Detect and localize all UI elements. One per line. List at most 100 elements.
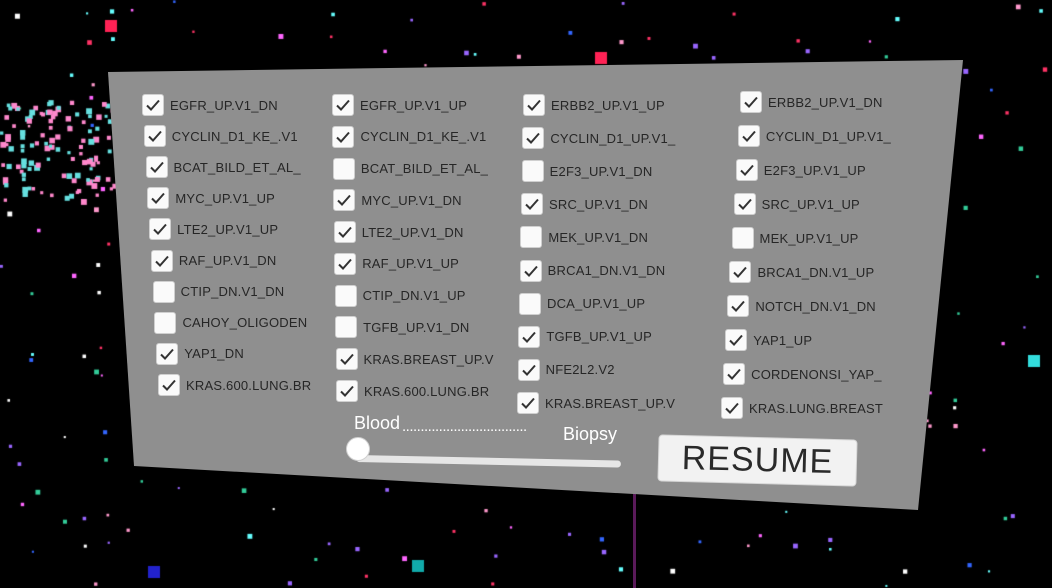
gene-set-checkbox[interactable] xyxy=(522,127,545,150)
gene-set-option[interactable]: LTE2_UP.V1_DN xyxy=(333,221,464,244)
gene-set-checkbox[interactable] xyxy=(740,91,762,113)
gene-set-option[interactable]: NOTCH_DN.V1_DN xyxy=(727,295,876,317)
gene-set-option[interactable]: RAF_UP.V1_UP xyxy=(334,252,459,275)
gene-set-option[interactable]: KRAS.BREAST_UP.V xyxy=(335,348,494,371)
gene-set-checkbox[interactable] xyxy=(721,397,743,419)
gene-set-option[interactable]: BCAT_BILD_ET_AL_ xyxy=(145,156,301,179)
gene-set-checkbox[interactable] xyxy=(142,94,164,116)
gene-set-checkbox[interactable] xyxy=(334,284,357,307)
gene-set-checkbox[interactable] xyxy=(729,261,752,283)
gene-set-option[interactable]: E2F3_UP.V1_DN xyxy=(521,160,653,183)
gene-set-label: CTIP_DN.V1_UP xyxy=(362,288,466,304)
gene-set-label: BRCA1_DN.V1_UP xyxy=(757,264,875,280)
gene-set-checkbox[interactable] xyxy=(519,259,542,282)
gene-set-checkbox[interactable] xyxy=(334,252,357,275)
gene-set-option[interactable]: KRAS.600.LUNG.BR xyxy=(158,374,311,396)
gene-set-option[interactable]: CTIP_DN.V1_UP xyxy=(334,284,466,307)
gene-set-option[interactable]: CORDENONSI_YAP_ xyxy=(723,363,882,385)
gene-set-label: CYCLIN_D1_KE_.V1 xyxy=(360,129,487,145)
gene-set-option[interactable]: BRCA1_DN.V1_DN xyxy=(519,259,666,282)
gene-set-checkbox[interactable] xyxy=(521,160,544,183)
gene-set-checkbox[interactable] xyxy=(150,249,173,272)
gene-set-checkbox[interactable] xyxy=(147,187,170,210)
gene-set-label: EGFR_UP.V1_UP xyxy=(360,97,468,113)
gene-set-checkbox[interactable] xyxy=(519,292,541,315)
checkmark-icon xyxy=(146,99,160,111)
gene-set-label: CYCLIN_D1_UP.V1_ xyxy=(550,130,676,146)
gene-set-label: DCA_UP.V1_UP xyxy=(547,296,646,312)
gene-set-checkbox[interactable] xyxy=(335,348,358,371)
blood-biopsy-slider-handle[interactable] xyxy=(346,437,370,461)
gene-set-option[interactable]: KRAS.LUNG.BREAST xyxy=(721,397,883,419)
gene-set-label: MYC_UP.V1_UP xyxy=(175,190,276,206)
gene-set-option[interactable]: LTE2_UP.V1_UP xyxy=(149,218,278,241)
gene-set-checkbox[interactable] xyxy=(332,94,354,116)
gene-set-label: MEK_UP.V1_UP xyxy=(759,230,859,246)
gene-set-checkbox[interactable] xyxy=(143,125,166,148)
gene-set-checkbox[interactable] xyxy=(727,295,750,317)
gene-set-checkbox[interactable] xyxy=(521,193,543,216)
gene-set-checkbox[interactable] xyxy=(520,226,543,249)
gene-set-option[interactable]: CYCLIN_D1_UP.V1_ xyxy=(737,125,891,147)
gene-set-option[interactable]: MYC_UP.V1_UP xyxy=(147,187,276,210)
gene-set-option[interactable]: EGFR_UP.V1_DN xyxy=(142,94,278,116)
gene-set-option[interactable]: ERBB2_UP.V1_DN xyxy=(740,91,883,113)
gene-set-option[interactable]: EGFR_UP.V1_UP xyxy=(332,94,467,116)
gene-set-label: YAP1_UP xyxy=(753,332,813,348)
gene-set-checkbox[interactable] xyxy=(335,316,358,339)
slider-right-label: Biopsy xyxy=(563,424,618,444)
gene-set-checkbox[interactable] xyxy=(723,363,746,385)
gene-set-option[interactable]: ERBB2_UP.V1_UP xyxy=(523,94,665,116)
gene-set-option[interactable]: CTIP_DN.V1_DN xyxy=(152,280,285,303)
gene-set-option[interactable]: E2F3_UP.V1_UP xyxy=(735,159,866,181)
gene-set-option[interactable]: YAP1_DN xyxy=(156,342,244,365)
gene-set-option[interactable]: BCAT_BILD_ET_AL_ xyxy=(332,157,488,180)
gene-set-checkbox[interactable] xyxy=(336,380,358,402)
gene-set-checkbox[interactable] xyxy=(332,125,355,148)
gene-set-option[interactable]: KRAS.BREAST_UP.V xyxy=(517,392,675,414)
gene-set-option[interactable]: CYCLIN_D1_KE_.V1 xyxy=(332,125,487,148)
gene-set-label: E2F3_UP.V1_UP xyxy=(763,162,866,178)
gene-set-checkbox[interactable] xyxy=(332,157,355,180)
gene-set-option[interactable]: RAF_UP.V1_DN xyxy=(150,249,277,272)
gene-set-label: MYC_UP.V1_DN xyxy=(361,192,462,208)
gene-set-checkbox[interactable] xyxy=(731,227,754,249)
gene-set-option[interactable]: YAP1_UP xyxy=(725,329,812,351)
gene-set-option[interactable]: NFE2L2.V2 xyxy=(517,358,615,381)
gene-set-checkbox[interactable] xyxy=(158,374,180,396)
gene-set-option[interactable]: CYCLIN_D1_KE_.V1 xyxy=(143,125,298,148)
gene-set-option[interactable]: TGFB_UP.V1_DN xyxy=(335,316,469,339)
gene-set-checkbox[interactable] xyxy=(145,156,168,179)
gene-set-option[interactable]: MEK_UP.V1_DN xyxy=(520,226,648,249)
gene-set-option[interactable]: BRCA1_DN.V1_UP xyxy=(729,261,874,283)
resume-button[interactable]: RESUME xyxy=(657,434,858,487)
gene-set-checkbox[interactable] xyxy=(518,325,541,348)
checkmark-icon xyxy=(742,130,756,142)
gene-set-option[interactable]: DCA_UP.V1_UP xyxy=(519,292,646,315)
gene-set-option[interactable]: CAHOY_OLIGODEN xyxy=(154,311,307,334)
gene-set-checkbox[interactable] xyxy=(735,159,758,181)
gene-set-option[interactable]: MEK_UP.V1_UP xyxy=(731,227,859,249)
gene-set-checkbox[interactable] xyxy=(725,329,748,351)
gene-set-option[interactable]: SRC_UP.V1_DN xyxy=(521,193,648,216)
gene-set-checkbox[interactable] xyxy=(333,221,356,244)
gene-set-checkbox[interactable] xyxy=(523,94,545,116)
gene-set-checkbox[interactable] xyxy=(737,125,760,147)
gene-set-checkbox[interactable] xyxy=(733,193,756,215)
gene-set-label: ERBB2_UP.V1_UP xyxy=(551,97,665,113)
checkmark-icon xyxy=(155,255,169,267)
gene-set-option[interactable]: SRC_UP.V1_UP xyxy=(733,193,860,215)
gene-set-checkbox[interactable] xyxy=(517,392,539,414)
checkmark-icon xyxy=(525,199,539,211)
gene-set-option[interactable]: CYCLIN_D1_UP.V1_ xyxy=(522,127,676,150)
gene-set-option[interactable]: MYC_UP.V1_DN xyxy=(333,189,462,212)
gene-set-checkbox[interactable] xyxy=(517,358,540,381)
gene-set-checkbox[interactable] xyxy=(156,342,179,365)
gene-set-option[interactable]: TGFB_UP.V1_UP xyxy=(518,325,652,348)
gene-set-checkbox[interactable] xyxy=(152,280,175,303)
gene-set-label: CYCLIN_D1_UP.V1_ xyxy=(765,128,891,144)
gene-set-checkbox[interactable] xyxy=(149,218,172,241)
gene-set-checkbox[interactable] xyxy=(333,189,356,212)
gene-set-checkbox[interactable] xyxy=(154,311,177,334)
gene-set-option[interactable]: KRAS.600.LUNG.BR xyxy=(336,380,489,402)
